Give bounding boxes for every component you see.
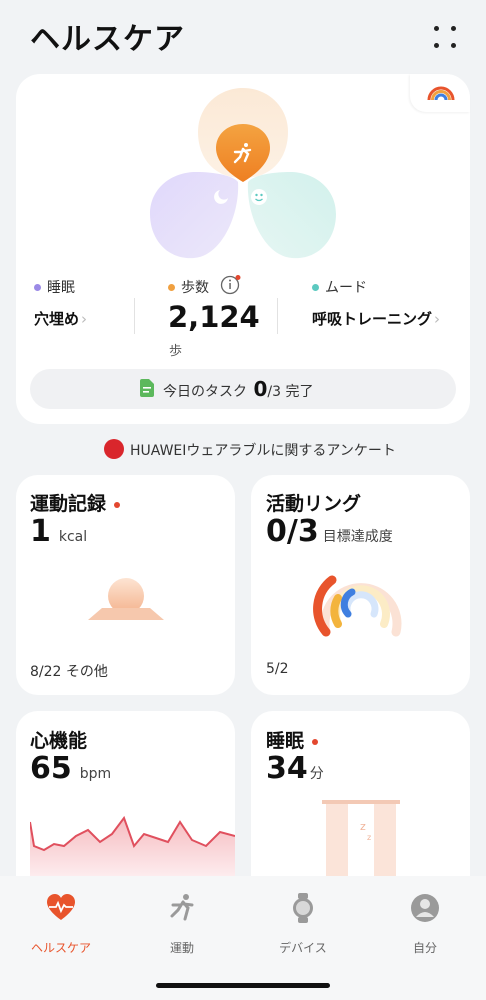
page-title: ヘルスケア bbox=[30, 22, 185, 57]
more-options-icon[interactable] bbox=[432, 24, 458, 50]
watch-icon bbox=[293, 893, 313, 923]
sleep-stat-label: 睡眠 bbox=[34, 277, 75, 297]
activity-footer: 5/2 bbox=[266, 661, 289, 677]
chevron-right-icon: › bbox=[434, 310, 441, 328]
divider bbox=[134, 298, 135, 334]
info-icon[interactable] bbox=[220, 274, 244, 296]
home-indicator[interactable] bbox=[156, 983, 330, 988]
rainbow-icon bbox=[427, 86, 455, 101]
mood-dot bbox=[312, 284, 319, 291]
steps-count[interactable]: 2,124 bbox=[168, 300, 260, 334]
exercise-sun-icon bbox=[88, 578, 164, 620]
notification-dot bbox=[312, 738, 319, 745]
rainbow-button[interactable] bbox=[410, 74, 470, 112]
exercise-footer: 8/22 その他 bbox=[30, 664, 108, 680]
mood-stat-label: ムード bbox=[312, 277, 367, 297]
sleep-curtain-icon: z z bbox=[322, 800, 400, 876]
heart-rate-sparkline bbox=[30, 815, 235, 876]
mood-stat-value[interactable]: 呼吸トレーニング › bbox=[312, 308, 440, 329]
activity-value: 0/3 目標達成度 bbox=[266, 514, 393, 549]
divider bbox=[277, 298, 278, 334]
task-done-count: 0 bbox=[253, 377, 268, 401]
heart-value: 65 bpm bbox=[30, 751, 112, 786]
huawei-logo-icon bbox=[104, 439, 124, 459]
activity-ring-chart bbox=[313, 575, 402, 637]
smile-icon bbox=[251, 189, 267, 205]
sleep-stat-value[interactable]: 穴埋め › bbox=[34, 308, 87, 329]
exercise-card-title: 運動記録 bbox=[30, 489, 121, 516]
svg-text:z: z bbox=[367, 833, 371, 842]
sleep-dot bbox=[34, 284, 41, 291]
chevron-right-icon: › bbox=[81, 310, 88, 328]
survey-link[interactable]: HUAWEIウェアラブルに関するアンケート bbox=[130, 440, 396, 460]
task-document-icon bbox=[140, 379, 154, 397]
sleep-value: 34 分 bbox=[266, 751, 324, 786]
wellness-flower bbox=[150, 88, 336, 259]
task-suffix: 完了 bbox=[285, 384, 314, 400]
task-total: /3 bbox=[267, 384, 281, 400]
task-label: 今日のタスク 0/3 完了 bbox=[163, 377, 314, 401]
heart-card-title: 心機能 bbox=[30, 730, 88, 752]
notification-dot bbox=[114, 501, 121, 508]
activity-card-title: 活動リング bbox=[266, 493, 362, 515]
profile-icon bbox=[411, 894, 439, 922]
exercise-value: 1 kcal bbox=[30, 514, 88, 549]
heart-pulse-icon bbox=[47, 894, 75, 920]
sleep-card-title: 睡眠 bbox=[266, 726, 319, 753]
svg-text:z: z bbox=[360, 820, 366, 833]
running-icon bbox=[170, 894, 194, 921]
steps-dot bbox=[168, 284, 175, 291]
steps-stat-label: 歩数 bbox=[168, 277, 209, 297]
steps-unit: 歩 bbox=[169, 344, 183, 359]
